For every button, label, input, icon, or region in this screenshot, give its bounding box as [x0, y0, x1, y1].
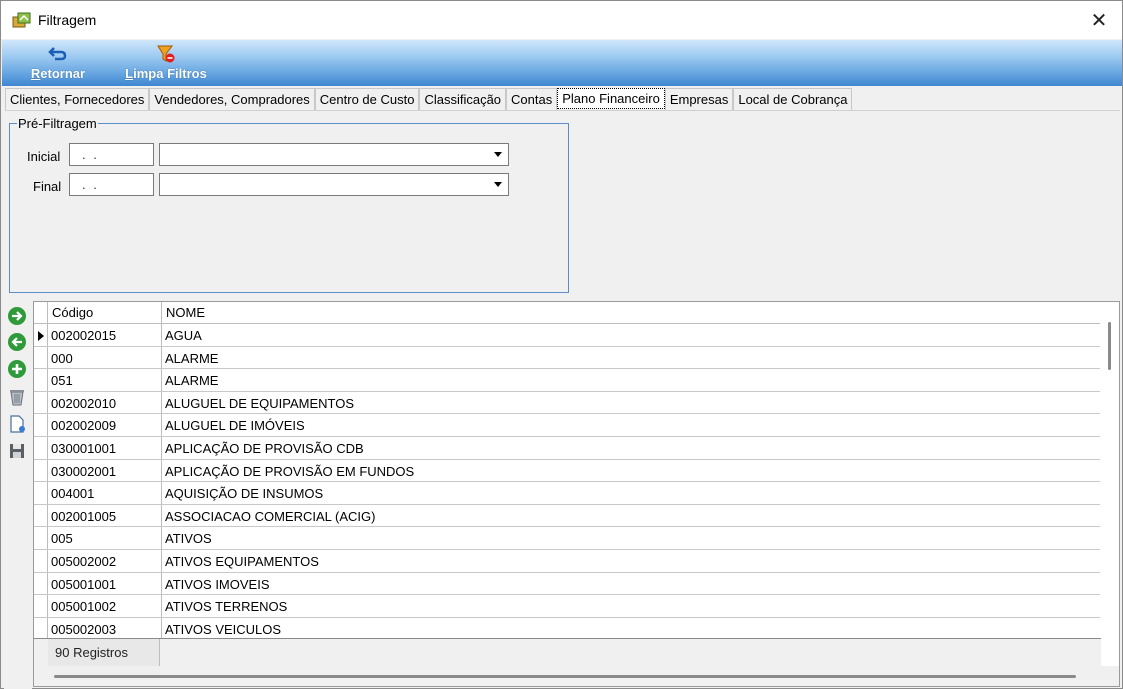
tab-classificacao[interactable]: Classificação [419, 88, 507, 110]
table-row[interactable]: 005001002 ATIVOS TERRENOS [34, 595, 1101, 618]
cell-codigo[interactable]: 002002009 [48, 414, 162, 436]
close-icon: ✕ [1090, 9, 1108, 32]
cell-nome[interactable]: APLICAÇÃO DE PROVISÃO CDB [162, 437, 1101, 459]
limpa-filtros-label: Limpa Filtros [125, 66, 207, 81]
grid-header: Código NOME [34, 302, 1101, 324]
cell-codigo[interactable]: 002002010 [48, 391, 162, 414]
cell-codigo[interactable]: 030002001 [48, 459, 162, 482]
cell-codigo[interactable]: 002001005 [48, 504, 162, 527]
tab-empresas[interactable]: Empresas [664, 88, 734, 110]
filtragem-window: Filtragem ✕ Retornar Limpa Filtros Clien… [0, 0, 1123, 689]
cell-codigo[interactable]: 030001001 [48, 437, 162, 459]
filter-tabs: Clientes, Fornecedores Vendedores, Compr… [5, 88, 853, 111]
cell-nome[interactable]: ALARME [162, 347, 1101, 369]
toolbar: Retornar Limpa Filtros [2, 40, 1122, 86]
tab-plano-financeiro[interactable]: Plano Financeiro [557, 88, 665, 109]
column-header-nome[interactable]: NOME [162, 302, 1101, 324]
vertical-scroll-thumb[interactable] [1108, 322, 1111, 370]
trash-icon[interactable] [7, 387, 27, 407]
inicial-date-input[interactable]: . . [69, 143, 154, 166]
tab-clientes-fornecedores[interactable]: Clientes, Fornecedores [5, 88, 150, 110]
cell-nome[interactable]: ATIVOS IMOVEIS [162, 573, 1101, 595]
table-row[interactable]: 002002015 AGUA [34, 324, 1101, 347]
row-pointer-icon [38, 331, 44, 341]
cell-codigo[interactable]: 005 [48, 527, 162, 549]
tab-contas[interactable]: Contas [506, 88, 558, 110]
window-title: Filtragem [38, 12, 97, 28]
table-row[interactable]: 004001 AQUISIÇÃO DE INSUMOS [34, 482, 1101, 505]
retornar-button[interactable]: Retornar [22, 44, 94, 84]
close-button[interactable]: ✕ [1076, 1, 1122, 39]
filter-clear-icon [157, 45, 175, 63]
chevron-down-icon [494, 182, 502, 187]
grid-navigator [4, 301, 32, 689]
prefilter-legend: Pré-Filtragem [17, 116, 98, 131]
arrow-right-icon[interactable] [7, 306, 27, 326]
table-row[interactable]: 002001005 ASSOCIACAO COMERCIAL (ACIG) [34, 504, 1101, 528]
cell-nome[interactable]: ATIVOS [162, 527, 1101, 549]
cell-codigo[interactable]: 004001 [48, 482, 162, 504]
cell-nome[interactable]: AGUA [162, 324, 1101, 346]
cell-codigo[interactable]: 005002003 [48, 617, 162, 640]
cell-codigo[interactable]: 005001001 [48, 572, 162, 595]
limpa-filtros-button[interactable]: Limpa Filtros [116, 44, 216, 84]
retornar-label: Retornar [30, 66, 86, 81]
horizontal-scrollbar[interactable] [34, 666, 1119, 686]
tab-centro-de-custo[interactable]: Centro de Custo [314, 88, 420, 110]
inicial-combo[interactable] [159, 143, 509, 166]
tab-vendedores-compradores[interactable]: Vendedores, Compradores [149, 88, 315, 110]
table-row[interactable]: 000 ALARME [34, 346, 1101, 370]
cell-codigo[interactable]: 051 [48, 369, 162, 391]
table-row[interactable]: 030002001 APLICAÇÃO DE PROVISÃO EM FUNDOS [34, 459, 1101, 483]
cell-codigo[interactable]: 005002002 [48, 550, 162, 572]
table-row[interactable]: 005002003 ATIVOS VEICULOS [34, 617, 1101, 641]
column-header-codigo[interactable]: Código [48, 302, 162, 324]
add-icon[interactable] [7, 359, 27, 379]
chevron-down-icon [494, 152, 502, 157]
new-document-icon[interactable] [7, 414, 27, 434]
cell-nome[interactable]: ATIVOS EQUIPAMENTOS [162, 550, 1101, 572]
cell-codigo[interactable]: 002002015 [48, 324, 162, 346]
cell-nome[interactable]: ATIVOS TERRENOS [162, 595, 1101, 617]
cell-nome[interactable]: ALARME [162, 369, 1101, 391]
plano-financeiro-grid[interactable]: Código NOME 002002015 AGUA 000 ALARME 051 ALA… [33, 301, 1120, 687]
app-icon [12, 12, 31, 28]
cell-nome[interactable]: ATIVOS VEICULOS [162, 618, 1101, 640]
tab-local-de-cobranca[interactable]: Local de Cobrança [733, 88, 853, 110]
horizontal-scroll-thumb[interactable] [54, 675, 1076, 678]
table-row[interactable]: 005 ATIVOS [34, 527, 1101, 550]
table-row[interactable]: 030001001 APLICAÇÃO DE PROVISÃO CDB [34, 437, 1101, 460]
grid-footer: 90 Registros [34, 638, 1101, 666]
cell-nome[interactable]: ALUGUEL DE IMÓVEIS [162, 414, 1101, 436]
table-row[interactable]: 002002010 ALUGUEL DE EQUIPAMENTOS [34, 391, 1101, 415]
final-combo[interactable] [159, 173, 509, 196]
table-row[interactable]: 005001001 ATIVOS IMOVEIS [34, 572, 1101, 596]
inicial-label: Inicial [27, 149, 61, 164]
record-count: 90 Registros [48, 639, 160, 666]
final-date-input[interactable]: . . [69, 173, 154, 196]
cell-nome[interactable]: ALUGUEL DE EQUIPAMENTOS [162, 392, 1101, 414]
save-icon[interactable] [7, 441, 27, 461]
cell-codigo[interactable]: 005001002 [48, 595, 162, 617]
arrow-left-icon[interactable] [7, 332, 27, 352]
vertical-scrollbar[interactable] [1100, 302, 1119, 638]
table-row[interactable]: 051 ALARME [34, 369, 1101, 392]
table-row[interactable]: 005002002 ATIVOS EQUIPAMENTOS [34, 550, 1101, 573]
undo-arrow-icon [48, 47, 67, 61]
cell-nome[interactable]: ASSOCIACAO COMERCIAL (ACIG) [162, 505, 1101, 527]
final-label: Final [33, 179, 62, 194]
title-bar: Filtragem ✕ [1, 1, 1122, 39]
cell-nome[interactable]: AQUISIÇÃO DE INSUMOS [162, 482, 1101, 504]
cell-codigo[interactable]: 000 [48, 346, 162, 369]
cell-nome[interactable]: APLICAÇÃO DE PROVISÃO EM FUNDOS [162, 460, 1101, 482]
table-row[interactable]: 002002009 ALUGUEL DE IMÓVEIS [34, 414, 1101, 437]
